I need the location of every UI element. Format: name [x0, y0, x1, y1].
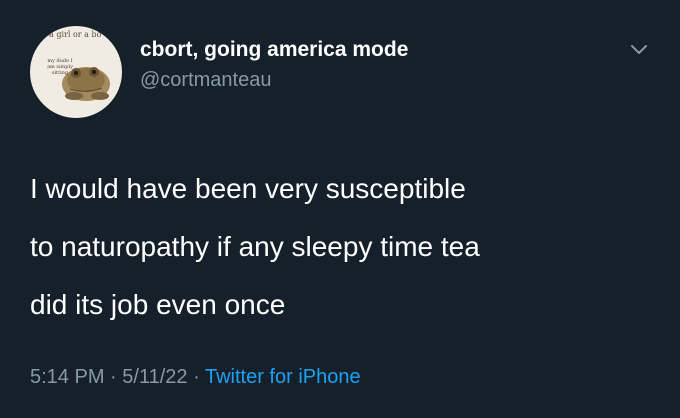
tweet-source-link[interactable]: Twitter for iPhone [205, 366, 361, 388]
tweet-text-line: to naturopathy if any sleepy time tea [30, 231, 480, 262]
tweet-meta: 5:14 PM · 5/11/22 · Twitter for iPhone [30, 366, 361, 389]
avatar-caption: my dude I am simply sitting [40, 58, 80, 76]
avatar[interactable]: you a girl or a bo my dude I am simply s… [30, 26, 122, 118]
user-handle[interactable]: @cortmanteau [140, 69, 271, 92]
tweet-time[interactable]: 5:14 PM [30, 366, 104, 388]
avatar-caption-top: you a girl or a bo [32, 30, 102, 39]
display-name[interactable]: cbort, going america mode [140, 38, 408, 62]
meta-separator: · [110, 366, 117, 388]
tweet-text-line: I would have been very susceptible [30, 173, 466, 204]
tweet-card: you a girl or a bo my dude I am simply s… [0, 0, 680, 418]
tweet-text-line: did its job even once [30, 289, 286, 320]
tweet-date[interactable]: 5/11/22 [122, 366, 187, 388]
tweet-text: I would have been very susceptible to na… [30, 160, 660, 334]
meta-separator: · [193, 366, 200, 388]
chevron-down-icon[interactable] [628, 38, 650, 60]
avatar-caption-line: sitting [51, 70, 69, 76]
